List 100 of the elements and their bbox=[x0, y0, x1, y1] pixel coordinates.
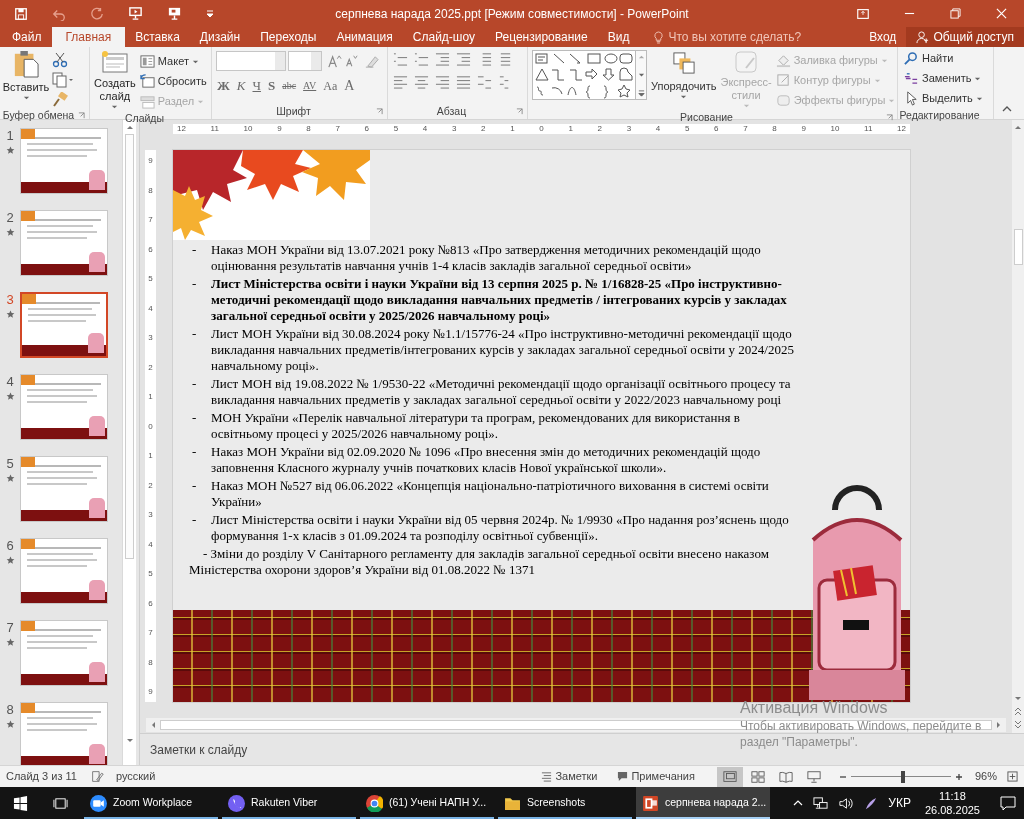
tell-me-field[interactable]: Что вы хотите сделать? bbox=[653, 27, 819, 47]
zoom-in-icon[interactable] bbox=[954, 772, 963, 781]
network-icon[interactable] bbox=[813, 795, 829, 811]
format-button[interactable]: Ч bbox=[251, 77, 262, 95]
notification-icon[interactable] bbox=[1000, 795, 1016, 811]
ribbon-tab[interactable]: Вид bbox=[597, 27, 640, 47]
format-button[interactable]: S bbox=[266, 77, 277, 95]
scroll-right-icon[interactable] bbox=[995, 721, 1003, 729]
ribbon-tab[interactable]: Анимация bbox=[326, 27, 403, 47]
keyboard-language[interactable]: УКР bbox=[888, 794, 911, 812]
format-button[interactable]: Ж bbox=[216, 77, 231, 95]
slide-thumbnail[interactable] bbox=[20, 620, 108, 686]
format-button[interactable]: AV bbox=[302, 77, 318, 95]
editing-command[interactable]: Выделить bbox=[904, 88, 987, 108]
editing-command[interactable]: Найти bbox=[904, 48, 987, 68]
scroll-up-icon[interactable] bbox=[1014, 123, 1022, 131]
zoom-level[interactable]: 96% bbox=[974, 768, 997, 785]
scroll-up-icon[interactable] bbox=[125, 123, 134, 131]
ribbon-tab[interactable]: Слайд-шоу bbox=[402, 27, 485, 47]
format-button[interactable]: abc bbox=[281, 77, 298, 95]
ribbon-display-options-icon[interactable] bbox=[856, 6, 870, 21]
zoom-slider-thumb[interactable] bbox=[900, 770, 905, 783]
next-slide-icon[interactable] bbox=[1014, 719, 1022, 729]
taskbar-app[interactable]: Rakuten Viber bbox=[222, 787, 356, 819]
copy-icon[interactable] bbox=[52, 72, 74, 88]
justify-icon[interactable] bbox=[456, 74, 471, 89]
paste-button[interactable]: Вставить bbox=[4, 50, 48, 101]
zoom-slider[interactable] bbox=[850, 770, 951, 783]
taskbar-app[interactable]: (61) Учені НАПН У... bbox=[360, 787, 494, 819]
slide-command[interactable]: Макет bbox=[139, 51, 217, 71]
scroll-up-icon[interactable] bbox=[637, 53, 645, 60]
slide-command[interactable]: Сбросить bbox=[139, 71, 217, 91]
ribbon-tab[interactable]: Файл bbox=[2, 27, 52, 47]
fit-slide-icon[interactable] bbox=[1007, 771, 1018, 782]
comments-button[interactable]: Примечания bbox=[613, 768, 699, 785]
slide-thumbnail[interactable] bbox=[20, 128, 108, 194]
task-view-icon[interactable] bbox=[52, 795, 68, 811]
dialog-launcher-icon[interactable] bbox=[376, 108, 383, 115]
slide-thumbnail[interactable] bbox=[20, 538, 108, 604]
slide-thumbnail[interactable] bbox=[20, 210, 108, 276]
new-slide-button[interactable]: Создать слайд bbox=[94, 50, 136, 110]
volume-icon[interactable] bbox=[838, 795, 854, 811]
scissors-icon[interactable] bbox=[52, 52, 68, 68]
notes-field[interactable]: Заметки к слайду bbox=[150, 738, 550, 761]
shrink-font-icon[interactable] bbox=[344, 54, 358, 68]
clock[interactable]: 11:18 26.08.2025 bbox=[920, 789, 984, 817]
chevron-up-icon[interactable] bbox=[793, 799, 804, 807]
numbering-icon[interactable] bbox=[414, 51, 429, 66]
align-left-icon[interactable] bbox=[393, 74, 408, 89]
notes-button[interactable]: Заметки bbox=[537, 768, 602, 785]
format-button[interactable]: К bbox=[235, 77, 247, 95]
format-button[interactable]: A bbox=[343, 77, 356, 95]
scroll-down-icon[interactable] bbox=[637, 71, 645, 79]
save-icon[interactable] bbox=[14, 6, 28, 21]
spelling-check-icon[interactable] bbox=[90, 770, 104, 783]
grow-font-icon[interactable] bbox=[327, 53, 342, 69]
font-size-field[interactable] bbox=[288, 51, 322, 71]
scroll-down-icon[interactable] bbox=[125, 737, 134, 745]
dialog-launcher-icon[interactable] bbox=[78, 112, 85, 119]
share-button[interactable]: Общий доступ bbox=[906, 27, 1024, 47]
windows-start-icon[interactable] bbox=[12, 795, 28, 811]
dialog-launcher-icon[interactable] bbox=[516, 108, 523, 115]
slide-thumbnail[interactable] bbox=[20, 292, 108, 358]
collapse-ribbon-icon[interactable] bbox=[1002, 105, 1012, 113]
previous-slide-icon[interactable] bbox=[1014, 707, 1022, 717]
sign-in-link[interactable]: Вход bbox=[859, 27, 907, 47]
slideshow-icon[interactable] bbox=[128, 6, 143, 21]
ribbon-tab[interactable]: Главная bbox=[51, 27, 126, 47]
ribbon-tab[interactable]: Рецензирование bbox=[485, 27, 598, 47]
slide-thumbnail[interactable] bbox=[20, 456, 108, 522]
align-center-icon[interactable] bbox=[414, 74, 429, 89]
decrease-indent-icon[interactable] bbox=[435, 51, 450, 66]
format-painter-icon[interactable] bbox=[52, 92, 68, 108]
format-button[interactable]: Aa bbox=[322, 77, 339, 95]
slide-thumbnail[interactable] bbox=[20, 702, 108, 765]
view-button[interactable] bbox=[716, 766, 743, 787]
slide-thumbnail[interactable] bbox=[20, 374, 108, 440]
taskbar-app[interactable]: Zoom Workplace bbox=[84, 787, 218, 819]
editing-command[interactable]: Заменить bbox=[904, 68, 987, 88]
scroll-down-icon[interactable] bbox=[1014, 695, 1022, 703]
increase-indent-icon[interactable] bbox=[456, 51, 471, 66]
shape-gallery[interactable] bbox=[532, 50, 636, 100]
presentation-icon[interactable] bbox=[167, 6, 182, 21]
align-right-icon[interactable] bbox=[435, 74, 450, 89]
text-direction-icon[interactable] bbox=[498, 51, 513, 66]
arrange-button[interactable]: Упорядочить bbox=[651, 50, 717, 100]
ribbon-tab[interactable]: Вставка bbox=[125, 27, 190, 47]
close-icon[interactable] bbox=[995, 8, 1007, 19]
ribbon-tab[interactable]: Дизайн bbox=[189, 27, 251, 47]
pen-icon[interactable] bbox=[863, 795, 879, 811]
restore-icon[interactable] bbox=[949, 8, 961, 19]
font-name-field[interactable] bbox=[216, 51, 286, 71]
ribbon-tab[interactable]: Переходы bbox=[250, 27, 327, 47]
language-indicator[interactable]: русский bbox=[115, 768, 156, 785]
taskbar-app[interactable]: серпнева нарада 2... bbox=[636, 787, 770, 819]
redo-icon[interactable] bbox=[90, 6, 104, 21]
bullets-icon[interactable] bbox=[393, 51, 408, 66]
customize-caret-icon[interactable] bbox=[206, 9, 214, 18]
columns-icon[interactable] bbox=[477, 74, 492, 89]
taskbar-app[interactable]: Screenshots bbox=[498, 787, 632, 819]
